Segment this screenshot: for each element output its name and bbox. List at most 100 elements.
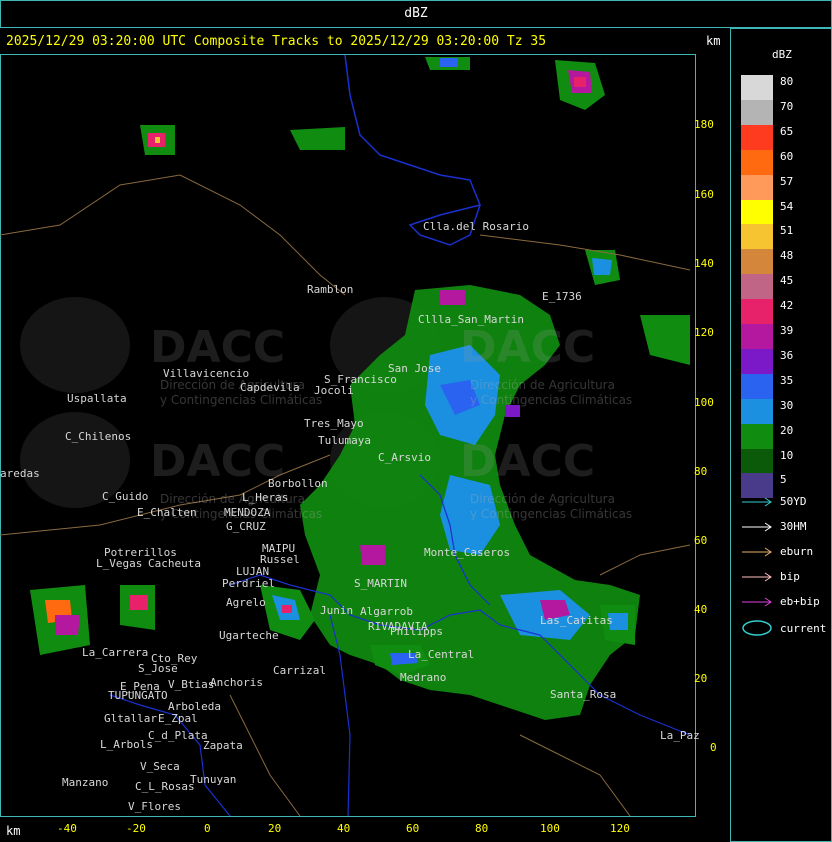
x-tick-label: 120 — [610, 822, 630, 835]
legend-swatch-label: 48 — [780, 249, 794, 263]
place-label: Philipps — [390, 625, 443, 638]
y-tick-label: 60 — [694, 534, 708, 547]
current-label: current — [780, 622, 827, 635]
x-tick-label: -20 — [126, 822, 146, 835]
track-label: 50YD — [780, 495, 807, 508]
place-label: Zapata — [203, 739, 243, 752]
place-label: C_d_Plata — [148, 729, 208, 742]
y-tick-label: 160 — [694, 188, 714, 201]
place-label: V_Seca — [140, 760, 180, 773]
place-label: Perdriel — [222, 577, 275, 590]
echo-ne2-cell — [640, 315, 690, 365]
place-label: San Jose — [388, 362, 441, 375]
legend-swatch-label: 51 — [780, 224, 794, 238]
legend-swatch-label: 80 — [780, 75, 794, 88]
watermark-line2: y Contingencias Climáticas — [470, 393, 633, 407]
track-label: 30HM — [780, 520, 807, 533]
echo-ne-core — [574, 77, 586, 87]
track-label: eburn — [780, 545, 814, 558]
legend-swatch — [741, 174, 773, 200]
place-label: Villavicencio — [163, 367, 250, 380]
place-label: C_Chilenos — [65, 430, 132, 443]
place-label: Cacheuta — [148, 557, 201, 570]
x-tick-label: 20 — [268, 822, 282, 835]
legend-swatch-label: 42 — [780, 299, 794, 313]
legend-swatch — [741, 423, 773, 449]
place-label: Tunuyan — [190, 773, 237, 786]
legend-swatch — [741, 274, 773, 300]
legend-swatch — [741, 299, 773, 325]
place-label: Russel — [260, 553, 300, 566]
y-tick-label: 40 — [694, 603, 708, 616]
watermark-line2: y Contingencias Climáticas — [470, 507, 633, 521]
window-title: dBZ — [404, 6, 428, 21]
legend-swatch-label: 35 — [780, 373, 794, 387]
legend-swatch — [741, 99, 773, 125]
y-tick-label: 120 — [694, 326, 714, 339]
watermark-brand: DACC — [150, 322, 286, 373]
legend-swatch — [741, 249, 773, 275]
legend-swatch — [741, 324, 773, 349]
echo-core-39 — [440, 290, 465, 305]
place-label: aredas — [0, 467, 40, 480]
echo-sw-core — [282, 605, 292, 613]
legend-swatch — [741, 373, 773, 399]
y-tick-label: 80 — [694, 465, 708, 478]
place-label: C_Guido — [102, 490, 149, 503]
provincial-boundary — [344, 55, 482, 246]
legend-swatch-label: 65 — [780, 124, 794, 138]
place-label: C_L_Rosas — [135, 780, 195, 793]
legend-swatch — [741, 124, 773, 150]
place-label: C_Arsvio — [378, 451, 431, 464]
legend-swatch — [741, 224, 773, 250]
road — [599, 544, 691, 576]
place-label: Tulumaya — [318, 434, 371, 447]
track-arrow-icon — [742, 497, 772, 507]
y-tick-label: 0 — [710, 741, 717, 754]
place-label: Carrizal — [273, 664, 326, 677]
track-arrow-icon — [742, 572, 772, 582]
road — [0, 174, 346, 296]
place-label: Clla.del Rosario — [423, 220, 529, 233]
place-label: Tres_Mayo — [304, 417, 364, 430]
place-label: Junin — [320, 604, 354, 617]
y-tick-label: 180 — [694, 118, 714, 131]
place-label: Algarrob — [360, 605, 413, 618]
watermark-line1: Dirección de Agricultura — [470, 378, 615, 392]
legend-swatch-label: 30 — [780, 398, 794, 412]
place-label: Manzano — [62, 776, 109, 789]
place-label: S_MARTIN — [354, 577, 407, 590]
legend-swatch-label: 70 — [780, 99, 794, 113]
legend-swatch-label: 45 — [780, 274, 794, 288]
legend-swatch — [741, 348, 773, 374]
place-label: Cllla_San_Martin — [418, 313, 524, 326]
echo-e-core — [592, 258, 612, 275]
place-label: E_1736 — [542, 290, 582, 303]
place-label: Anchoris — [210, 676, 263, 689]
legend-swatch — [741, 473, 773, 499]
place-label: Agrelo — [226, 596, 266, 609]
x-tick-label: 80 — [475, 822, 489, 835]
place-label: Borbollon — [268, 477, 328, 490]
track-arrow-icon — [742, 597, 772, 607]
place-label: La_Central — [408, 648, 475, 661]
place-label: Santa_Rosa — [550, 688, 617, 701]
legend-swatch-label: 5 — [780, 473, 787, 487]
legend-title: dBZ — [772, 48, 792, 61]
legend-swatch-label: 60 — [780, 149, 794, 163]
legend-swatch — [741, 149, 773, 175]
place-label: TUPUNGATO — [108, 689, 168, 702]
track-label: eb+bip — [780, 595, 820, 608]
place-label: Jocoli — [314, 384, 354, 397]
legend-swatch-label: 39 — [780, 324, 794, 337]
watermark-brand: DACC — [150, 436, 286, 487]
place-label: Gltallar — [104, 712, 157, 725]
watermark-line1: Dirección de Agricultura — [470, 492, 615, 506]
road — [519, 734, 631, 816]
y-tick-label: 140 — [694, 257, 714, 270]
legend-swatch — [741, 398, 773, 424]
y-tick-label: 20 — [694, 672, 708, 685]
place-label: L_Heras — [242, 491, 289, 504]
current-cell-icon — [742, 620, 772, 636]
echo-w-core — [130, 595, 148, 610]
